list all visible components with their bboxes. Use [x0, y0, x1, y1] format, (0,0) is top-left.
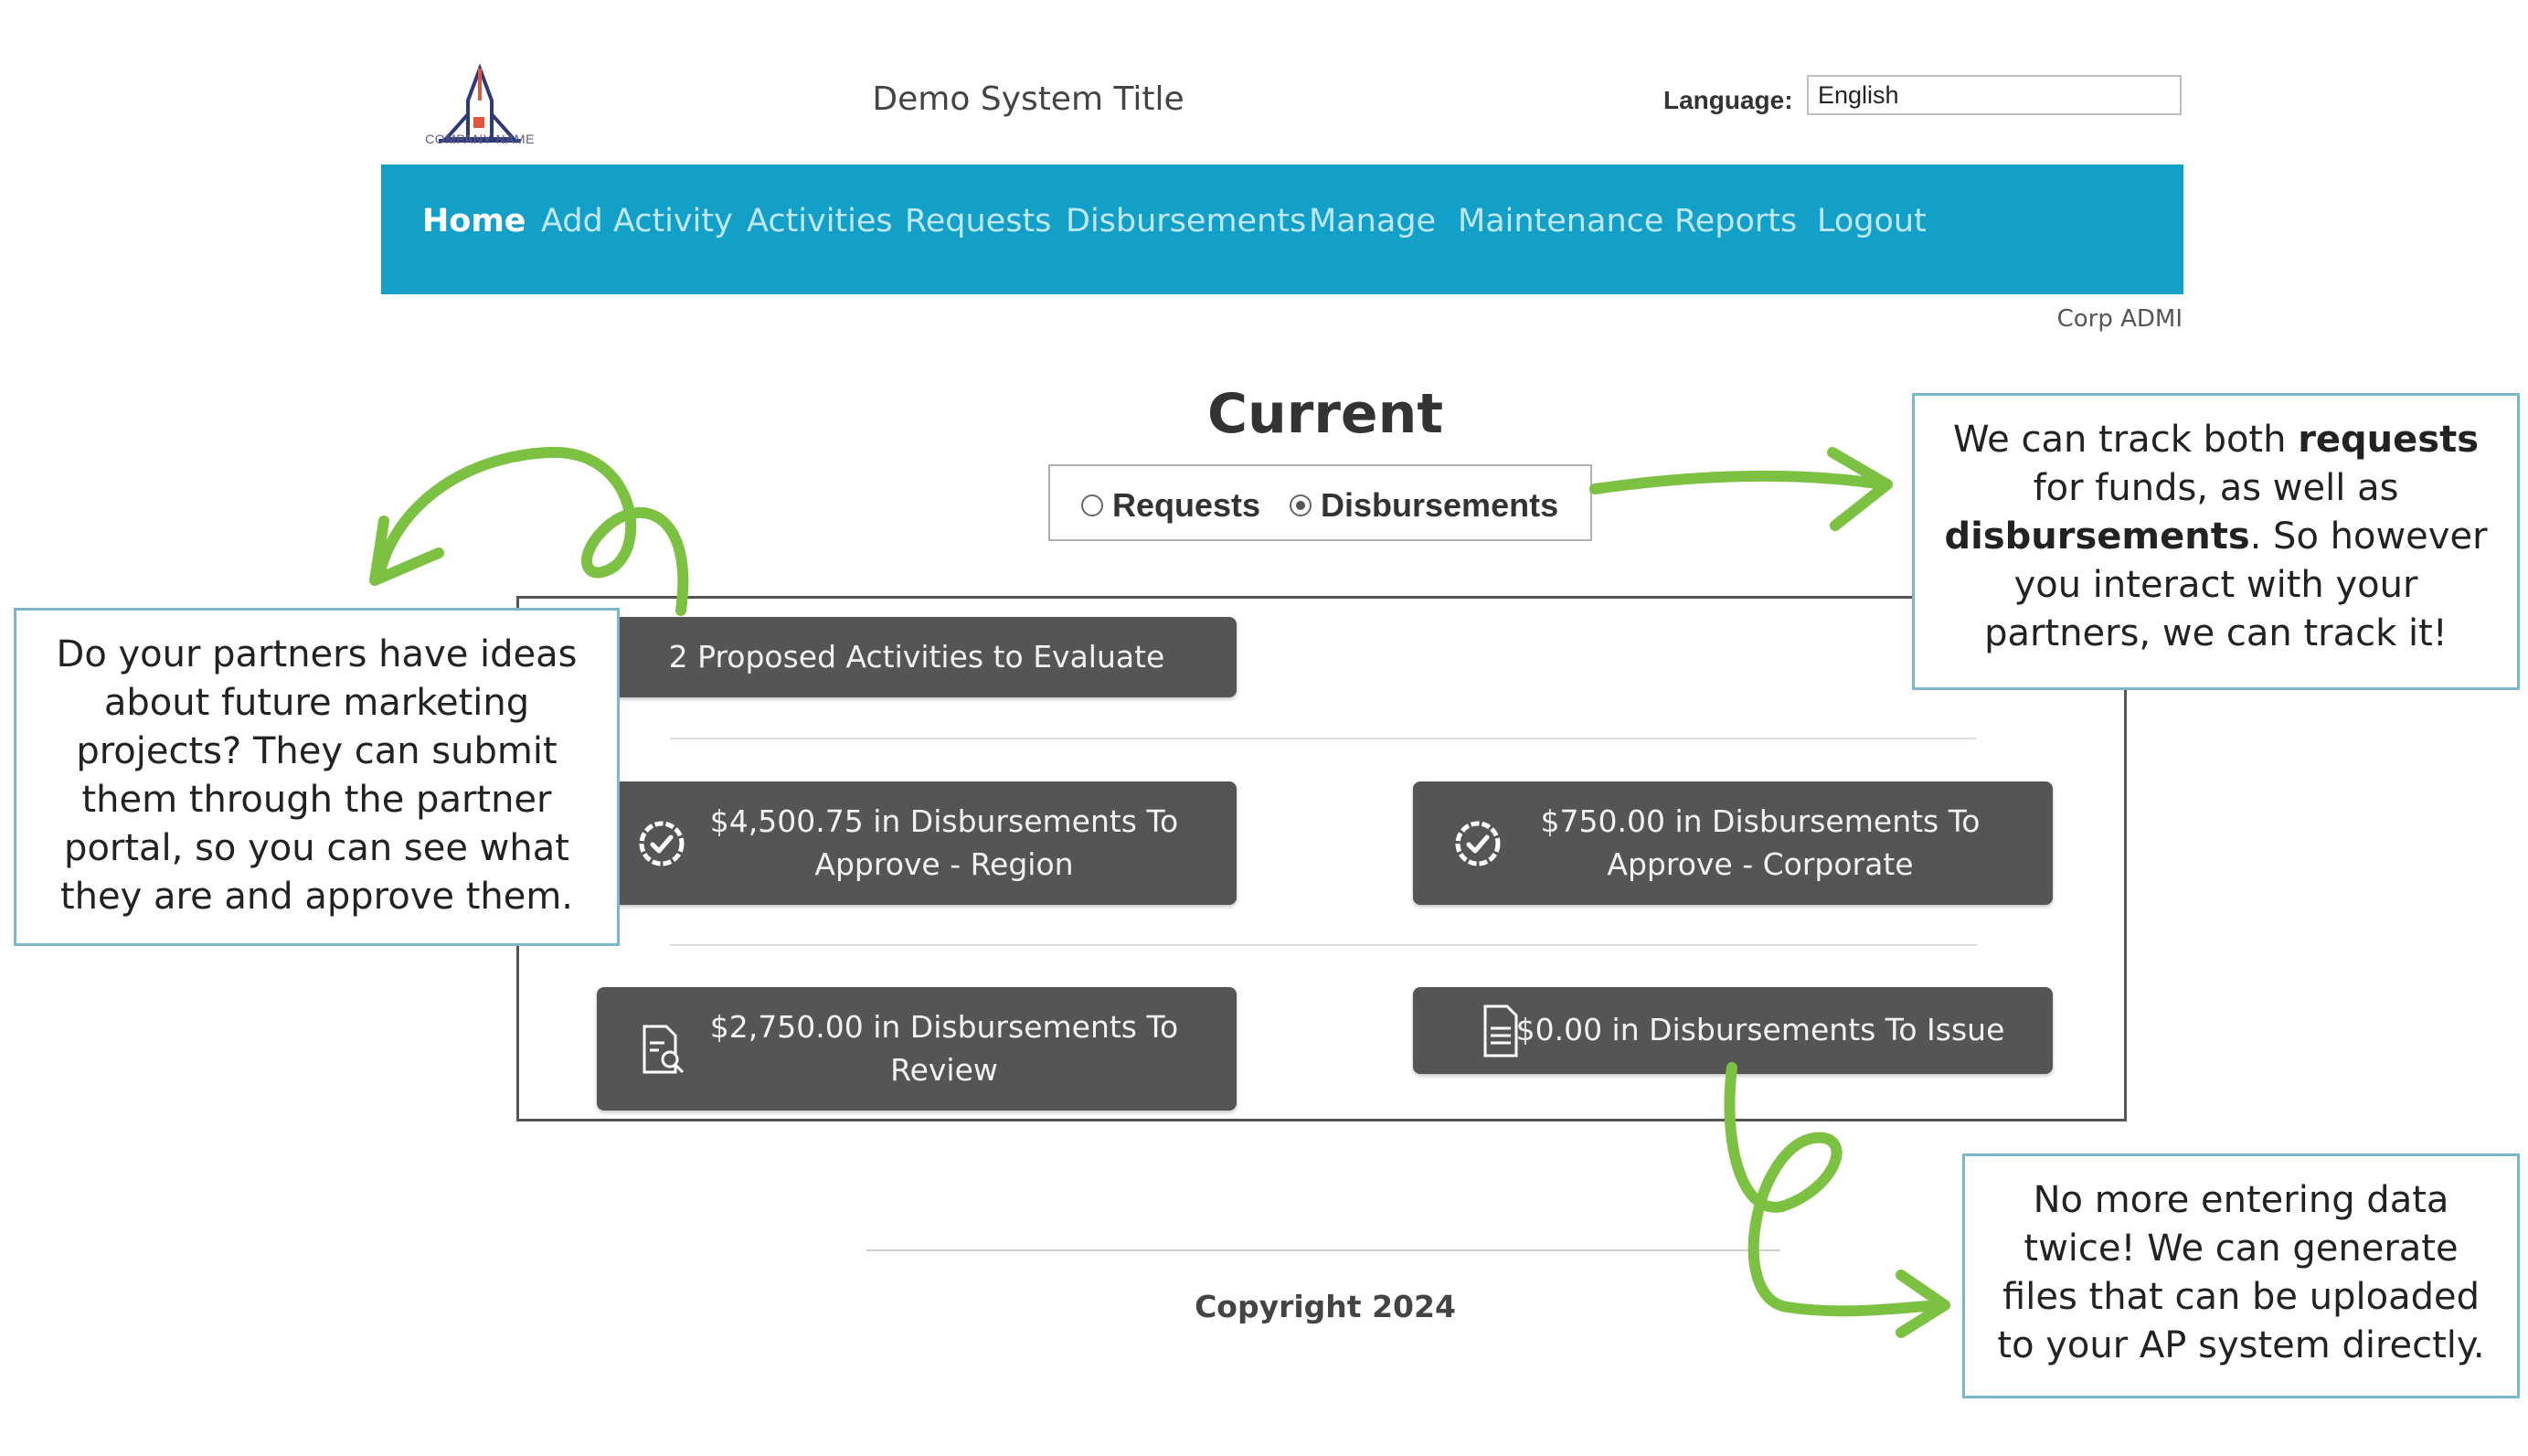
tile-label: $0.00 in Disbursements To Issue [1515, 1012, 2005, 1048]
radio-disbursements[interactable]: Disbursements [1290, 486, 1558, 525]
callout-line: partners, we can track it! [1984, 612, 2448, 654]
tile-label-line: $2,750.00 in Disbursements To [709, 1009, 1179, 1046]
nav-activities[interactable]: Activities [747, 203, 893, 239]
callout-line: for funds, as well as [2033, 467, 2399, 509]
view-toggle: Requests Disbursements [1048, 464, 1592, 541]
nav-maintenance[interactable]: Maintenance [1458, 203, 1663, 239]
language-label: Language: [1663, 86, 1793, 114]
callout-emphasis: disbursements [1944, 515, 2250, 558]
document-search-icon [643, 1025, 685, 1073]
nav-disbursements[interactable]: Disbursements [1066, 203, 1306, 239]
callout-line: twice! We can generate [2023, 1228, 2459, 1270]
tile-label: $4,500.75 in Disbursements To Approve - R… [655, 801, 1178, 885]
check-badge-icon [639, 821, 685, 866]
dashboard-panel: 2 Proposed Activities to Evaluate $4,500… [516, 596, 2127, 1121]
callout-emphasis: requests [2298, 419, 2480, 461]
nav-logout[interactable]: Logout [1817, 203, 1927, 239]
radio-disbursements-label: Disbursements [1321, 486, 1559, 524]
arrow-left [374, 446, 689, 616]
tile-label-line: Approve - Corporate [1607, 845, 1914, 882]
callout-text: . So however [2249, 515, 2488, 558]
arrowhead-left [369, 515, 444, 586]
nav-requests[interactable]: Requests [905, 203, 1051, 239]
arrowhead-top-right [1827, 447, 1893, 531]
callout-line: they are and approve them. [59, 876, 574, 918]
nav-reports[interactable]: Reports [1674, 203, 1797, 239]
tile-label-line: Approve - Region [814, 845, 1074, 882]
tile-label: $2,750.00 in Disbursements To Review [655, 1006, 1178, 1090]
copyright: Copyright 2024 [1195, 1289, 1456, 1324]
arrow-top-right [1589, 470, 1888, 494]
callout-line: No more entering data [2033, 1179, 2449, 1221]
approve-corporate-button[interactable]: $750.00 in Disbursements To Approve - Cor… [1413, 781, 2053, 905]
radio-checked-icon [1290, 494, 1312, 516]
logo-caption: COMPANY NAME [425, 132, 535, 146]
proposed-activities-button[interactable]: 2 Proposed Activities to Evaluate [597, 617, 1237, 697]
tile-label-line: Review [890, 1051, 998, 1088]
check-badge-icon [1455, 821, 1501, 866]
callout-line: to your AP system directly. [1997, 1324, 2485, 1366]
tile-label: $750.00 in Disbursements To Approve - Cor… [1486, 801, 1981, 885]
issue-disbursements-button[interactable]: $0.00 in Disbursements To Issue [1413, 987, 2053, 1074]
radio-requests[interactable]: Requests [1081, 486, 1260, 525]
callout-line: them through the partner [81, 779, 552, 821]
tile-label: 2 Proposed Activities to Evaluate [668, 638, 1165, 675]
radio-unchecked-icon [1081, 494, 1103, 516]
callout-no-double-entry: No more entering data twice! We can gene… [1962, 1153, 2520, 1398]
system-title: Demo System Title [872, 80, 1184, 118]
callout-text: We can track both [1952, 419, 2299, 461]
user-label: Corp ADMI [2056, 305, 2183, 333]
tile-label-line: $750.00 in Disbursements To [1540, 803, 1981, 840]
nav-home[interactable]: Home [422, 203, 526, 239]
callout-line: disbursements. So however [1915, 513, 2517, 561]
callout-track-requests: We can track both requests for funds, as… [1912, 393, 2520, 690]
nav-add-activity[interactable]: Add Activity [541, 203, 733, 239]
callout-line: We can track both requests [1915, 416, 2517, 464]
callout-line: Do your partners have ideas [56, 633, 578, 675]
tile-label-line: $4,500.75 in Disbursements To [709, 803, 1179, 840]
callout-line: portal, so you can see what [64, 827, 569, 869]
review-disbursements-button[interactable]: $2,750.00 in Disbursements To Review [597, 987, 1237, 1111]
divider [670, 944, 1977, 946]
language-select[interactable] [1807, 75, 2182, 115]
nav-manage[interactable]: Manage [1309, 203, 1436, 239]
callout-partner-ideas: Do your partners have ideas about future… [14, 608, 620, 946]
arrowhead-bottom-right [1896, 1270, 1950, 1338]
section-title: Current [1206, 382, 1444, 446]
footer-divider [866, 1249, 1780, 1251]
callout-line: about future marketing [103, 682, 530, 724]
callout-line: you interact with your [2013, 564, 2418, 606]
callout-line: projects? They can submit [76, 730, 558, 772]
divider [670, 738, 1977, 739]
callout-line: files that can be uploaded [2002, 1276, 2480, 1318]
radio-requests-label: Requests [1112, 486, 1261, 524]
main-nav: Home Add Activity Activities Requests Di… [381, 165, 2183, 294]
document-icon [1483, 1004, 1518, 1057]
approve-region-button[interactable]: $4,500.75 in Disbursements To Approve - R… [597, 781, 1237, 905]
